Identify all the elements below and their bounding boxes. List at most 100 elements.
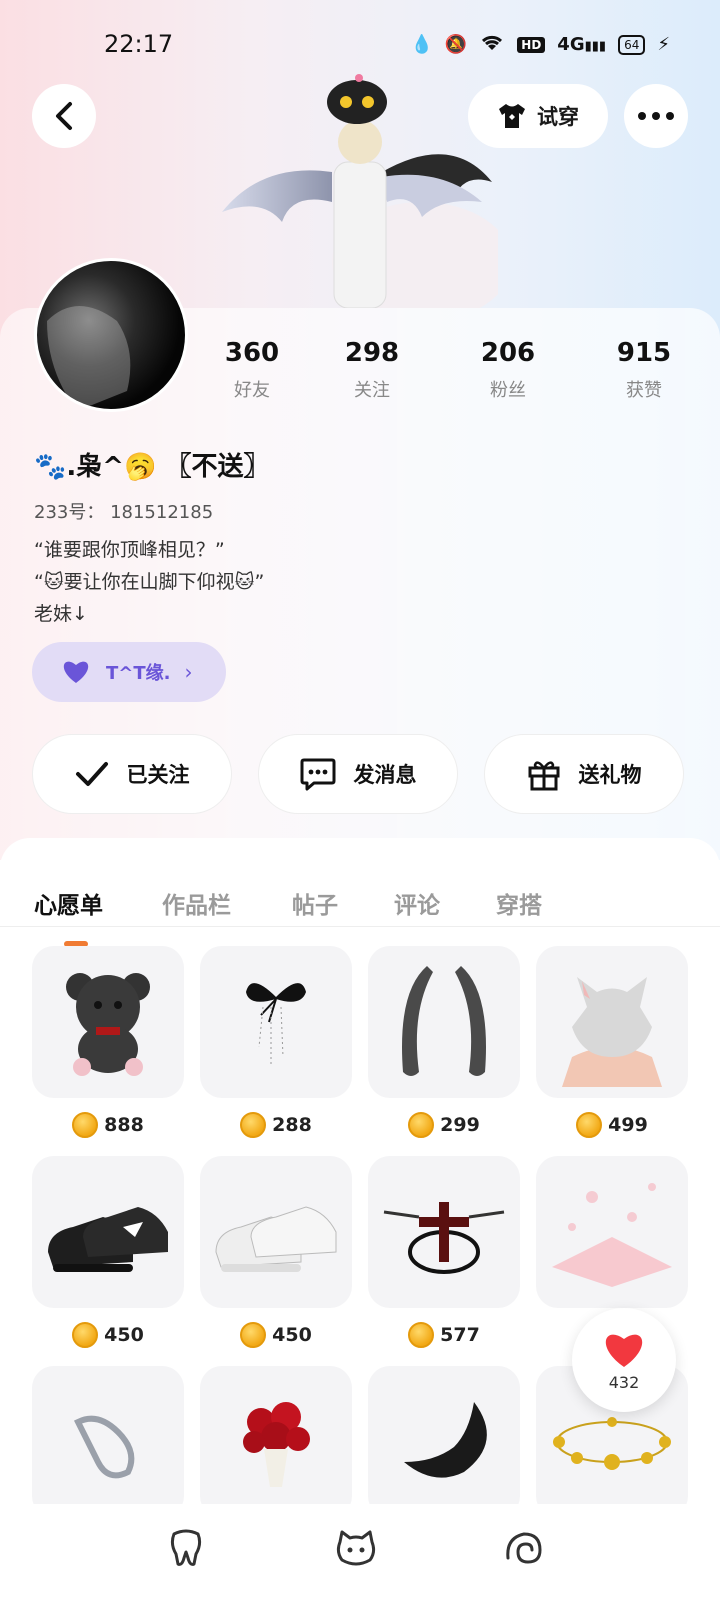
status-time: 22:17 xyxy=(104,30,174,58)
heart-icon xyxy=(605,1334,643,1367)
item-price: 499 xyxy=(536,1112,688,1138)
avatar-figure-image xyxy=(222,72,512,322)
stat-value: 915 xyxy=(616,338,672,368)
followed-label: 已关注 xyxy=(126,763,190,787)
followed-button[interactable]: 已关注 xyxy=(32,734,232,814)
item-thumbnail xyxy=(368,1156,520,1308)
stat-label: 获赞 xyxy=(626,380,662,401)
item-thumbnail xyxy=(200,946,352,1098)
send-gift-button[interactable]: 送礼物 xyxy=(484,734,684,814)
wishlist-item-sakura-effect[interactable] xyxy=(536,1156,688,1308)
family-label: T^T缘. xyxy=(106,663,171,684)
coin-icon xyxy=(408,1322,435,1348)
tab-outfits[interactable]: 穿搭 xyxy=(496,886,542,920)
status-icons: 💧 🔕 HD 4G▮▮▮ 64 ⚡ xyxy=(410,32,670,57)
tab-wishlist[interactable]: 心愿单 xyxy=(34,886,103,920)
coin-icon xyxy=(408,1112,435,1138)
pet-face-icon[interactable] xyxy=(334,1528,376,1568)
item-price: 450 xyxy=(200,1322,352,1348)
heart-icon xyxy=(63,661,89,683)
try-on-button[interactable]: 试穿 xyxy=(468,84,608,148)
bio: “谁要跟你顶峰相见？” “🐱要让你在山脚下仰视🐱” 老妹↓ xyxy=(34,539,265,625)
wishlist-item-horns[interactable]: 299 xyxy=(368,946,520,1138)
price-value: 450 xyxy=(104,1324,144,1346)
tab-works[interactable]: 作品栏 xyxy=(162,886,231,920)
item-thumbnail xyxy=(32,1156,184,1308)
wishlist-item-cross-effect[interactable]: 577 xyxy=(368,1156,520,1348)
tab-comments[interactable]: 评论 xyxy=(394,886,440,920)
stat-likes[interactable]: 915 获赞 xyxy=(584,338,704,402)
item-thumbnail xyxy=(368,946,520,1098)
price-value: 577 xyxy=(440,1324,480,1346)
coin-icon xyxy=(72,1112,99,1138)
stat-label: 关注 xyxy=(354,380,390,401)
stat-label: 粉丝 xyxy=(490,380,526,401)
price-value: 299 xyxy=(440,1114,480,1136)
wishlist-item-white-sneakers[interactable]: 450 xyxy=(200,1156,352,1348)
hd-badge: HD xyxy=(517,36,546,53)
gift-icon xyxy=(528,761,559,791)
coin-icon xyxy=(240,1112,267,1138)
item-price: 450 xyxy=(32,1322,184,1348)
item-thumbnail xyxy=(368,1366,520,1518)
item-thumbnail xyxy=(536,946,688,1098)
mute-bell-icon: 🔕 xyxy=(444,34,468,55)
message-button[interactable]: 发消息 xyxy=(258,734,458,814)
price-value: 499 xyxy=(608,1114,648,1136)
stat-following[interactable]: 298 关注 xyxy=(312,338,432,402)
try-on-label: 试穿 xyxy=(537,105,579,129)
chevron-left-icon xyxy=(56,102,72,130)
item-thumbnail xyxy=(32,946,184,1098)
tshirt-icon xyxy=(499,104,525,128)
bottom-bar xyxy=(0,1504,720,1600)
more-dots-icon xyxy=(638,112,674,120)
message-label: 发消息 xyxy=(353,763,417,787)
back-button[interactable] xyxy=(32,84,96,148)
wishlist-item-rose-bouquet[interactable] xyxy=(200,1366,352,1518)
item-thumbnail xyxy=(200,1156,352,1308)
item-price: 888 xyxy=(32,1112,184,1138)
send-gift-label: 送礼物 xyxy=(578,763,642,787)
price-value: 888 xyxy=(104,1114,144,1136)
chevron-right-icon: › xyxy=(184,660,193,684)
item-price: 299 xyxy=(368,1112,520,1138)
wifi-icon xyxy=(479,32,505,57)
stat-friends[interactable]: 360 好友 xyxy=(192,338,312,402)
nickname: 🐾.枭^🥱 〖不送〗 xyxy=(34,452,270,482)
action-row: 已关注 发消息 送礼物 xyxy=(32,734,688,814)
battery-indicator: 64 xyxy=(618,34,646,55)
item-thumbnail xyxy=(536,1156,688,1308)
tab-divider xyxy=(0,926,720,927)
wishlist-item-tail[interactable] xyxy=(368,1366,520,1518)
tab-posts[interactable]: 帖子 xyxy=(292,886,338,920)
tab-bar: 心愿单 作品栏 帖子 评论 穿搭 xyxy=(0,858,720,947)
more-button[interactable] xyxy=(624,84,688,148)
like-button[interactable]: 432 xyxy=(572,1308,676,1412)
price-value: 450 xyxy=(272,1324,312,1346)
charging-icon: ⚡ xyxy=(657,34,670,55)
profile-stats: 360 好友 298 关注 206 粉丝 915 获赞 xyxy=(0,338,720,408)
like-count: 432 xyxy=(608,1372,640,1392)
wishlist-item-bear[interactable]: 888 xyxy=(32,946,184,1138)
drop-icon: 💧 xyxy=(410,34,433,55)
item-price: 577 xyxy=(368,1322,520,1348)
coin-icon xyxy=(576,1112,603,1138)
swirl-icon[interactable] xyxy=(504,1528,544,1568)
stat-value: 298 xyxy=(344,338,400,368)
tooth-icon[interactable] xyxy=(166,1528,206,1568)
signal-icon: 4G▮▮▮ xyxy=(557,34,607,55)
chat-bubble-icon xyxy=(300,758,335,791)
item-price: 288 xyxy=(200,1112,352,1138)
stat-value: 206 xyxy=(480,338,536,368)
wishlist-item-black-sneakers[interactable]: 450 xyxy=(32,1156,184,1348)
wishlist-item-silver-ornament[interactable] xyxy=(32,1366,184,1518)
stat-fans[interactable]: 206 粉丝 xyxy=(448,338,568,402)
coin-icon xyxy=(240,1322,267,1348)
wishlist-item-cat-ear-hair[interactable]: 499 xyxy=(536,946,688,1138)
item-thumbnail xyxy=(200,1366,352,1518)
family-badge[interactable]: T^T缘. › xyxy=(32,642,226,702)
user-id: 233号： 181512185 xyxy=(34,502,214,523)
network-type: 4G xyxy=(557,34,585,55)
price-value: 288 xyxy=(272,1114,312,1136)
wishlist-item-butterfly-chain[interactable]: 288 xyxy=(200,946,352,1138)
